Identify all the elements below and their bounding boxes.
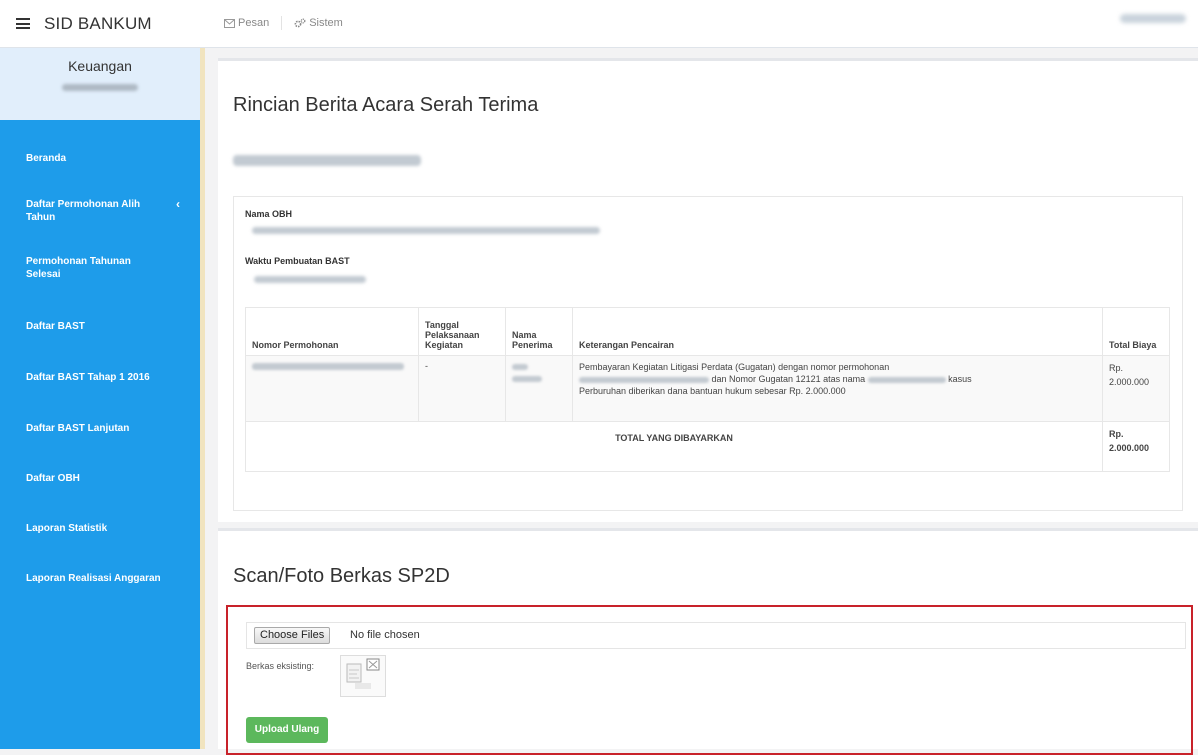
- menu-sistem-label: Sistem: [309, 17, 343, 29]
- page-title: Rincian Berita Acara Serah Terima: [233, 94, 539, 116]
- sidebar-item-daftar-bast-lanjutan[interactable]: Daftar BAST Lanjutan: [0, 422, 200, 435]
- sidebar-item-label: Daftar BAST: [26, 321, 85, 332]
- cell-nomor-permohonan: [245, 355, 419, 422]
- file-input[interactable]: Choose Files No file chosen: [246, 622, 1186, 649]
- user-menu[interactable]: [1120, 14, 1186, 23]
- menu-pesan[interactable]: Pesan: [224, 16, 269, 30]
- sidebar-item-label: Daftar BAST Tahap 1 2016: [26, 372, 150, 383]
- keterangan-line-1: Pembayaran Kegiatan Litigasi Perdata (Gu…: [579, 362, 890, 372]
- upload-form-box: Choose Files No file chosen Berkas eksis…: [226, 605, 1193, 755]
- no-file-text: No file chosen: [350, 629, 420, 641]
- gears-icon: [294, 18, 306, 28]
- waktu-label: Waktu Pembuatan BAST: [245, 256, 350, 266]
- sidebar-user-name: [62, 84, 138, 91]
- broken-image-icon: [346, 658, 380, 689]
- sidebar-item-label: Beranda: [26, 153, 67, 164]
- sidebar-header: Keuangan: [0, 48, 200, 120]
- col-nomor-permohonan: Nomor Permohonan: [245, 307, 419, 356]
- sidebar: Keuangan Beranda Daftar Permohonan Alih …: [0, 48, 205, 749]
- col-tanggal-pelaksanaan: Tanggal Pelaksanaan Kegiatan: [418, 307, 506, 356]
- col-total-biaya: Total Biaya: [1102, 307, 1170, 356]
- menu-sistem[interactable]: Sistem: [294, 16, 343, 30]
- bast-detail-box: Nama OBH Waktu Pembuatan BAST Nomor Perm…: [233, 196, 1183, 511]
- table-total-row: TOTAL YANG DIBAYARKAN Rp. 2.000.000: [245, 421, 1170, 472]
- existing-file-thumbnail[interactable]: [340, 655, 386, 697]
- col-keterangan-pencairan: Keterangan Pencairan: [572, 307, 1103, 356]
- cell-keterangan: Pembayaran Kegiatan Litigasi Perdata (Gu…: [572, 355, 1103, 422]
- top-navbar: SID BANKUM Pesan Sistem: [0, 0, 1198, 48]
- sidebar-item-label: Laporan Realisasi Anggaran: [26, 573, 161, 584]
- cell-tanggal: -: [418, 355, 506, 422]
- sidebar-item-label: Daftar BAST Lanjutan: [26, 423, 130, 434]
- sidebar-item-daftar-permohonan-alih-tahun[interactable]: Daftar Permohonan Alih Tahun ‹: [0, 198, 200, 224]
- app-brand[interactable]: SID BANKUM: [44, 14, 152, 34]
- obh-value: [252, 227, 600, 234]
- sidebar-item-daftar-bast-tahap-1-2016[interactable]: Daftar BAST Tahap 1 2016: [0, 371, 200, 384]
- existing-file-label: Berkas eksisting:: [246, 661, 315, 671]
- total-value: Rp. 2.000.000: [1102, 421, 1170, 472]
- cell-total-biaya: Rp. 2.000.000: [1102, 355, 1170, 422]
- obh-label: Nama OBH: [245, 209, 293, 219]
- table-row: - Pembayaran Kegiatan Litigasi Perdata (…: [245, 355, 1170, 422]
- sidebar-item-laporan-realisasi-anggaran[interactable]: Laporan Realisasi Anggaran: [0, 572, 200, 585]
- cell-nama-penerima: [505, 355, 573, 422]
- sidebar-role-title: Keuangan: [68, 58, 132, 74]
- menu-divider: [281, 16, 283, 30]
- menu-pesan-label: Pesan: [238, 17, 270, 29]
- sidebar-item-label: Daftar OBH: [26, 473, 80, 484]
- keterangan-line-3: kasus: [948, 374, 972, 384]
- sidebar-item-laporan-statistik[interactable]: Laporan Statistik: [0, 522, 200, 535]
- chevron-left-icon: ‹: [176, 197, 180, 211]
- upload-title: Scan/Foto Berkas SP2D: [233, 565, 450, 587]
- sidebar-item-permohonan-tahunan-selesai[interactable]: Permohonan Tahunan Selesai: [0, 255, 200, 281]
- sidebar-item-daftar-obh[interactable]: Daftar OBH: [0, 472, 200, 485]
- upload-ulang-button[interactable]: Upload Ulang: [246, 717, 328, 743]
- top-menu: Pesan Sistem: [224, 16, 343, 30]
- total-label: TOTAL YANG DIBAYARKAN: [245, 421, 1103, 472]
- keterangan-line-4: Perburuhan diberikan dana bantuan hukum …: [579, 386, 846, 396]
- upload-panel: Scan/Foto Berkas SP2D Choose Files No fi…: [218, 528, 1198, 755]
- sidebar-item-label: Laporan Statistik: [26, 523, 108, 534]
- sidebar-item-beranda[interactable]: Beranda: [0, 152, 200, 165]
- keterangan-line-2: dan Nomor Gugatan 12121 atas nama: [711, 374, 866, 384]
- sidebar-item-label: Daftar Permohonan Alih Tahun: [26, 199, 141, 223]
- table-header-row: Nomor Permohonan Tanggal Pelaksanaan Keg…: [245, 307, 1170, 356]
- bast-table: Nomor Permohonan Tanggal Pelaksanaan Keg…: [245, 307, 1170, 472]
- bast-detail-panel: Rincian Berita Acara Serah Terima Nama O…: [218, 58, 1198, 522]
- waktu-value: [254, 276, 366, 283]
- col-nama-penerima: Nama Penerima: [505, 307, 573, 356]
- bast-number: [233, 155, 421, 166]
- sidebar-item-label: Permohonan Tahunan Selesai: [26, 256, 131, 280]
- choose-files-button[interactable]: Choose Files: [254, 627, 331, 644]
- envelope-icon: [224, 18, 235, 28]
- sidebar-item-daftar-bast[interactable]: Daftar BAST: [0, 320, 200, 333]
- hamburger-menu-icon[interactable]: [16, 18, 30, 29]
